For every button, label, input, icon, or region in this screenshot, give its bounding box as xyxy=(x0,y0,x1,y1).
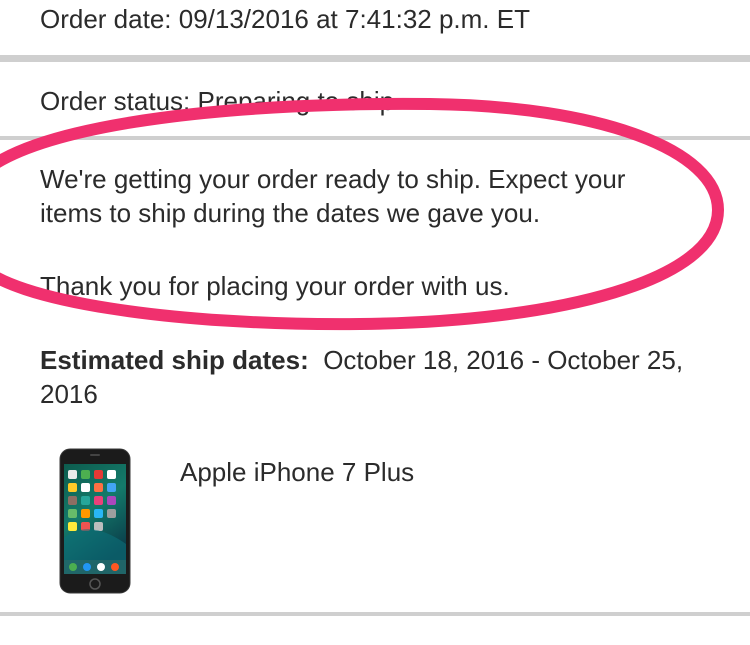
thank-you-message: Thank you for placing your order with us… xyxy=(40,271,510,301)
divider xyxy=(0,612,750,616)
ship-dates-continued: 2016 xyxy=(40,379,98,409)
product-name[interactable]: Apple iPhone 7 Plus xyxy=(180,455,414,489)
ship-dates-label: Estimated ship dates: xyxy=(40,345,309,375)
message-line-2: items to ship during the dates we gave y… xyxy=(40,198,541,228)
message-line-1: We're getting your order ready to ship. … xyxy=(40,164,626,194)
ship-dates: Estimated ship dates: October 18, 2016 -… xyxy=(40,343,683,377)
order-date: Order date: 09/13/2016 at 7:41:32 p.m. E… xyxy=(40,4,530,34)
divider xyxy=(0,55,750,62)
divider xyxy=(0,136,750,140)
iphone-icon xyxy=(59,448,131,594)
order-status: Order status: Preparing to ship xyxy=(40,86,395,116)
ship-dates-value: October 18, 2016 - October 25, xyxy=(323,345,684,375)
